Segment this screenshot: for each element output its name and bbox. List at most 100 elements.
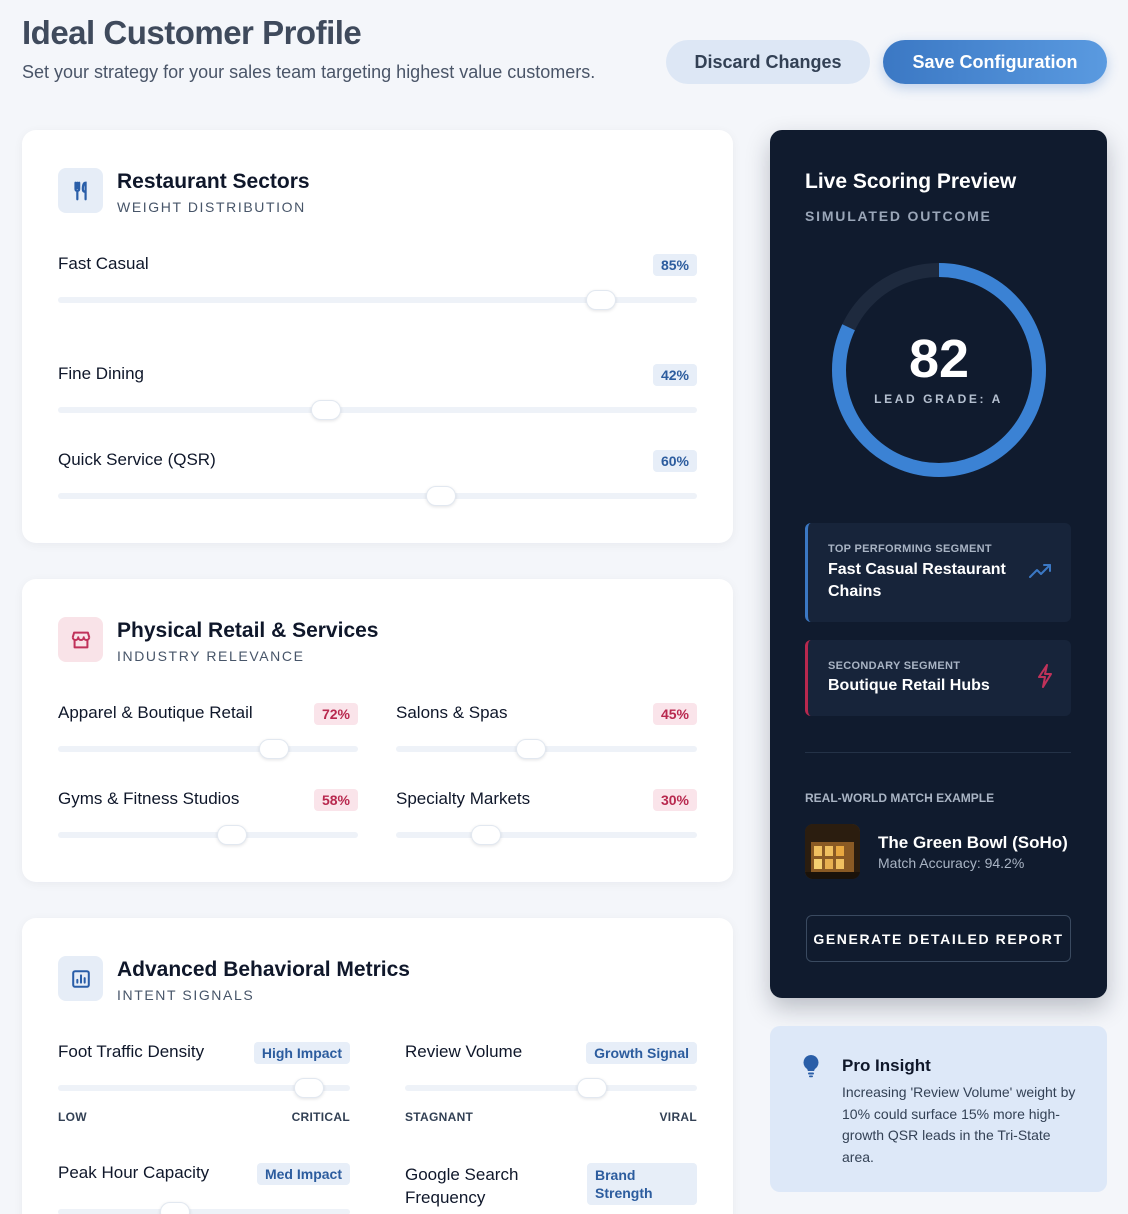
divider <box>805 752 1071 753</box>
match-example-label: REAL-WORLD MATCH EXAMPLE <box>805 791 995 805</box>
slider-apparel-retail[interactable]: Apparel & Boutique Retail 72% <box>58 703 358 759</box>
slider-track[interactable] <box>58 739 358 759</box>
slider-review-volume[interactable]: Review Volume Growth Signal STAGNANT VIR… <box>405 1042 697 1124</box>
value-badge: 45% <box>652 703 697 725</box>
save-configuration-button[interactable]: Save Configuration <box>883 40 1107 84</box>
card-subtitle: WEIGHT DISTRIBUTION <box>117 199 306 215</box>
range-high-label: CRITICAL <box>291 1110 350 1124</box>
match-accuracy: Match Accuracy: 94.2% <box>878 855 1025 871</box>
slider-gyms-fitness[interactable]: Gyms & Fitness Studios 58% <box>58 789 358 845</box>
slider-track[interactable] <box>58 400 697 420</box>
secondary-segment-card[interactable]: SECONDARY SEGMENT Boutique Retail Hubs <box>805 640 1071 716</box>
slider-fast-casual[interactable]: Fast Casual 85% <box>58 254 697 310</box>
value-badge: 85% <box>652 254 697 276</box>
score-value: 82 <box>908 329 970 389</box>
page-title: Ideal Customer Profile <box>22 14 362 51</box>
slider-label: Gyms & Fitness Studios <box>58 789 240 808</box>
slider-label: Review Volume <box>405 1042 523 1061</box>
preview-title: Live Scoring Preview <box>805 170 1017 193</box>
bar-chart-icon <box>58 956 103 1001</box>
impact-badge: Med Impact <box>256 1163 350 1185</box>
slider-label: Fast Casual <box>58 254 149 273</box>
slider-thumb[interactable] <box>471 825 502 845</box>
slider-thumb[interactable] <box>311 400 342 420</box>
slider-track[interactable] <box>396 739 697 759</box>
impact-badge: Brand Strength <box>587 1163 697 1205</box>
value-badge: 42% <box>652 364 697 386</box>
slider-thumb[interactable] <box>259 739 289 759</box>
slider-fine-dining[interactable]: Fine Dining 42% <box>58 364 697 420</box>
physical-retail-card: Physical Retail & Services INDUSTRY RELE… <box>22 579 733 882</box>
slider-label: Apparel & Boutique Retail <box>58 703 253 722</box>
card-header: Restaurant Sectors WEIGHT DISTRIBUTION <box>58 168 310 215</box>
impact-badge: Growth Signal <box>586 1042 697 1064</box>
trending-up-icon <box>1029 563 1053 584</box>
slider-foot-traffic[interactable]: Foot Traffic Density High Impact LOW CRI… <box>58 1042 350 1124</box>
restaurant-sectors-card: Restaurant Sectors WEIGHT DISTRIBUTION F… <box>22 130 733 543</box>
slider-thumb[interactable] <box>426 486 457 506</box>
lightbulb-icon <box>802 1054 820 1083</box>
slider-label: Specialty Markets <box>396 789 531 808</box>
insight-body: Increasing 'Review Volume' weight by 10%… <box>842 1084 1076 1165</box>
live-scoring-preview-panel: Live Scoring Preview SIMULATED OUTCOME 8… <box>770 130 1107 998</box>
generate-report-button[interactable]: GENERATE DETAILED REPORT <box>806 915 1071 962</box>
slider-label: Fine Dining <box>58 364 144 383</box>
slider-track[interactable] <box>58 1078 350 1098</box>
storefront-icon <box>58 617 103 662</box>
utensils-icon <box>58 168 103 213</box>
slider-google-search[interactable]: Google Search Frequency Brand Strength <box>405 1163 697 1214</box>
insight-title: Pro Insight <box>842 1056 931 1075</box>
card-subtitle: INDUSTRY RELEVANCE <box>117 648 305 664</box>
slider-track[interactable] <box>405 1078 697 1098</box>
page-subtitle: Set your strategy for your sales team ta… <box>22 62 596 82</box>
slider-specialty-markets[interactable]: Specialty Markets 30% <box>396 789 697 845</box>
impact-badge: High Impact <box>253 1042 350 1064</box>
match-example-name: The Green Bowl (SoHo) <box>878 833 1068 852</box>
slider-thumb[interactable] <box>516 739 547 759</box>
slider-track[interactable] <box>58 825 358 845</box>
card-title: Advanced Behavioral Metrics <box>117 958 410 981</box>
slider-track[interactable] <box>58 1202 350 1214</box>
discard-changes-button[interactable]: Discard Changes <box>666 40 870 84</box>
score-gauge: 82 <box>831 262 1047 478</box>
card-title: Restaurant Sectors <box>117 170 310 193</box>
value-badge: 30% <box>652 789 697 811</box>
segment-name: Fast Casual Restaurant Chains <box>828 561 1006 600</box>
slider-peak-hour[interactable]: Peak Hour Capacity Med Impact <box>58 1163 350 1214</box>
segment-kicker: SECONDARY SEGMENT <box>828 660 961 672</box>
top-segment-card[interactable]: TOP PERFORMING SEGMENT Fast Casual Resta… <box>805 523 1071 622</box>
card-title: Physical Retail & Services <box>117 619 379 642</box>
slider-thumb[interactable] <box>159 1202 190 1214</box>
slider-thumb[interactable] <box>217 825 247 845</box>
pro-insight-card: Pro Insight Increasing 'Review Volume' w… <box>770 1026 1107 1192</box>
slider-label: Quick Service (QSR) <box>58 450 216 469</box>
behavioral-metrics-card: Advanced Behavioral Metrics INTENT SIGNA… <box>22 918 733 1214</box>
lightning-icon <box>1037 664 1053 693</box>
slider-track[interactable] <box>396 825 697 845</box>
slider-thumb[interactable] <box>294 1078 325 1098</box>
slider-label: Foot Traffic Density <box>58 1042 205 1061</box>
slider-track[interactable] <box>58 486 697 506</box>
segment-kicker: TOP PERFORMING SEGMENT <box>828 543 992 555</box>
preview-subtitle: SIMULATED OUTCOME <box>805 208 992 224</box>
slider-thumb[interactable] <box>586 290 617 310</box>
card-header: Physical Retail & Services INDUSTRY RELE… <box>58 617 379 664</box>
value-badge: 72% <box>313 703 358 725</box>
card-subtitle: INTENT SIGNALS <box>117 987 255 1003</box>
slider-label: Google Search Frequency <box>405 1165 519 1207</box>
range-low-label: LOW <box>58 1110 87 1124</box>
segment-name: Boutique Retail Hubs <box>828 677 990 694</box>
range-high-label: VIRAL <box>659 1110 697 1124</box>
restaurant-thumbnail[interactable] <box>805 824 860 879</box>
value-badge: 60% <box>652 450 697 472</box>
value-badge: 58% <box>313 789 358 811</box>
slider-salons-spas[interactable]: Salons & Spas 45% <box>396 703 697 759</box>
lead-grade: LEAD GRADE: A <box>874 392 1003 406</box>
slider-thumb[interactable] <box>576 1078 607 1098</box>
slider-track[interactable] <box>58 290 697 310</box>
card-header: Advanced Behavioral Metrics INTENT SIGNA… <box>58 956 410 1003</box>
range-low-label: STAGNANT <box>405 1110 474 1124</box>
slider-quick-service[interactable]: Quick Service (QSR) 60% <box>58 450 697 506</box>
slider-label: Peak Hour Capacity <box>58 1163 210 1182</box>
slider-label: Salons & Spas <box>396 703 508 722</box>
